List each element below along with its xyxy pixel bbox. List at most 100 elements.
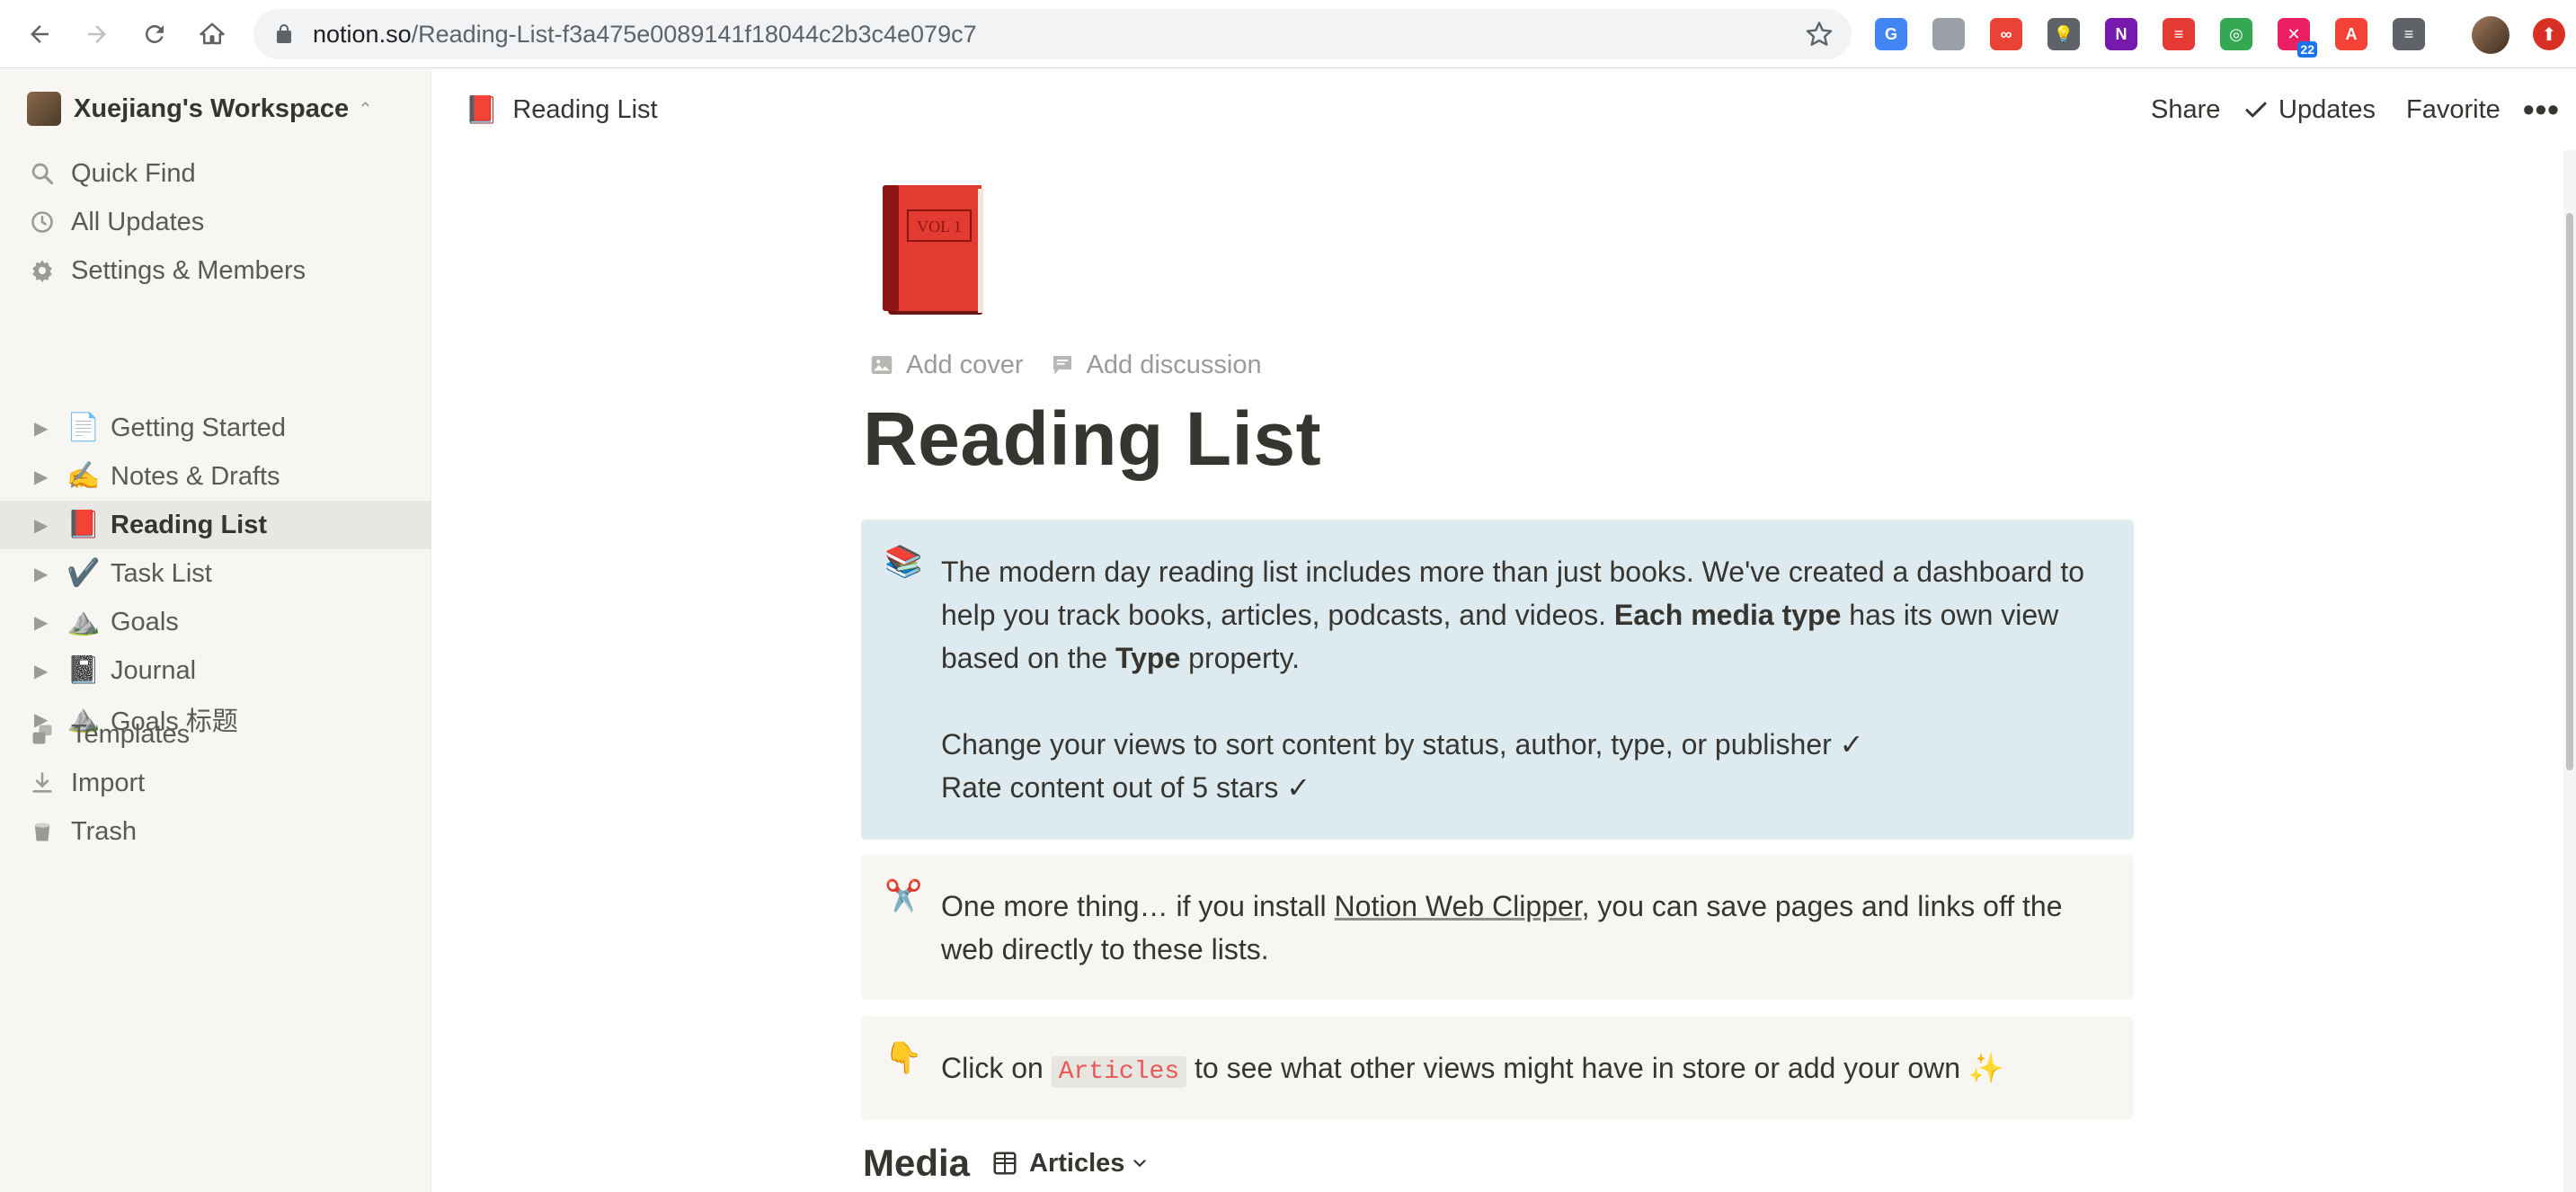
sidebar-item-all-updates[interactable]: All Updates: [0, 198, 431, 246]
red-book-page-icon[interactable]: VOL 1: [872, 180, 998, 324]
sidebar-page-label: Journal: [111, 655, 197, 685]
trash-icon: [29, 818, 56, 845]
inline-code-articles: Articles: [1051, 1056, 1187, 1088]
bold-span: Each media type: [1613, 599, 1842, 631]
workspace-switcher[interactable]: Xuejiang's Workspace ⌃: [27, 89, 373, 129]
updates-label: Updates: [2278, 94, 2376, 124]
sidebar-page-label: Notes & Drafts: [111, 461, 280, 491]
sidebar-page-5[interactable]: ▶ ⛰️ Goals: [0, 598, 431, 646]
expand-triangle-icon[interactable]: ▶: [34, 514, 48, 537]
sidebar-item-label: Trash: [71, 816, 138, 846]
checkmark-icon: [2245, 102, 2267, 118]
database-title[interactable]: Media: [863, 1142, 970, 1185]
sidebar-item-settings-members[interactable]: Settings & Members: [0, 246, 431, 295]
update-alert-icon[interactable]: ⬆: [2533, 18, 2565, 50]
callout-text: The modern day reading list includes mor…: [941, 550, 2089, 809]
comment-icon: [1053, 356, 1071, 374]
lock-icon: [277, 24, 291, 43]
camera-icon[interactable]: [1932, 18, 1965, 50]
sidebar-item-label: Settings & Members: [71, 255, 306, 285]
view-selector[interactable]: Articles: [991, 1149, 1150, 1179]
expand-triangle-icon[interactable]: ▶: [34, 466, 48, 488]
add-discussion-label: Add discussion: [1086, 350, 1262, 379]
home-icon: [200, 22, 225, 45]
url-path: /Reading-List-f3a475e0089141f18044c2b3c4…: [411, 21, 977, 48]
profile-avatar[interactable]: [2472, 16, 2509, 54]
reading-list-icon[interactable]: ≡: [2393, 18, 2425, 50]
favorite-button[interactable]: Favorite: [2406, 89, 2500, 130]
sidebar-item-quick-find[interactable]: Quick Find: [0, 149, 431, 198]
web-clipper-link[interactable]: Notion Web Clipper: [1335, 890, 1582, 922]
google-translate-icon[interactable]: G: [1875, 18, 1907, 50]
url-text: notion.so/Reading-List-f3a475e0089141f18…: [313, 9, 977, 59]
forward-button[interactable]: [79, 16, 115, 52]
add-discussion-button[interactable]: Add discussion: [1049, 351, 1262, 380]
breadcrumb[interactable]: 📕 Reading List: [465, 89, 658, 130]
page-emoji-icon: ✔️: [67, 558, 101, 588]
notes-icon[interactable]: ≡: [2163, 18, 2195, 50]
sidebar-page-3[interactable]: ▶ 📕 Reading List: [0, 501, 431, 549]
compass-icon[interactable]: ◎: [2220, 18, 2252, 50]
bold-span: Type: [1115, 642, 1181, 674]
chevron-updown-icon: ⌃: [358, 99, 373, 120]
callout-paragraph: The modern day reading list includes mor…: [941, 550, 2089, 680]
templates-icon: [29, 721, 56, 748]
share-button[interactable]: Share: [2151, 89, 2220, 130]
sidebar-page-4[interactable]: ▶ ✔️ Task List: [0, 549, 431, 598]
callout-paragraph: One more thing… if you install Notion We…: [941, 885, 2089, 971]
callout-web-clipper[interactable]: ✂️ One more thing… if you install Notion…: [861, 854, 2134, 1000]
scissors-icon: ✂️: [884, 879, 923, 913]
acrobat-icon[interactable]: A: [2335, 18, 2367, 50]
sidebar-item-label: Templates: [71, 719, 191, 749]
page-topbar: 📕 Reading List Share Updates Favorite ••…: [432, 69, 2576, 150]
callout-media-dashboard[interactable]: 📚 The modern day reading list includes m…: [861, 520, 2134, 840]
gear-icon: [29, 257, 56, 284]
scrollbar-thumb[interactable]: [2566, 213, 2573, 770]
breadcrumb-label: Reading List: [512, 94, 658, 124]
home-button[interactable]: [194, 16, 230, 52]
search-icon: [29, 160, 56, 187]
address-bar[interactable]: notion.so/Reading-List-f3a475e0089141f18…: [253, 9, 1852, 59]
callout-views-hint[interactable]: 👇 Click on Articles to see what other vi…: [861, 1016, 2134, 1120]
more-options-icon[interactable]: •••: [2523, 89, 2560, 130]
expand-triangle-icon[interactable]: ▶: [34, 611, 48, 634]
page-emoji-icon: 📓: [67, 655, 101, 685]
calendar-icon[interactable]: ✕ 22: [2278, 18, 2317, 58]
back-button[interactable]: [22, 16, 58, 52]
expand-triangle-icon[interactable]: ▶: [34, 563, 48, 585]
sidebar-page-6[interactable]: ▶ 📓 Journal: [0, 646, 431, 695]
page-emoji-icon: ⛰️: [67, 607, 101, 636]
page-title[interactable]: Reading List: [863, 396, 1321, 483]
sidebar-item-trash[interactable]: Trash: [0, 807, 431, 856]
page-emoji-icon: ✍️: [67, 461, 101, 491]
sidebar-page-2[interactable]: ▶ ✍️ Notes & Drafts: [0, 452, 431, 501]
sidebar-page-label: Getting Started: [111, 413, 287, 442]
bookmark-star-icon[interactable]: [1805, 20, 1834, 49]
notification-badge: 22: [2297, 41, 2317, 58]
infinity-icon[interactable]: ∞: [1990, 18, 2022, 50]
updates-button[interactable]: Updates: [2243, 89, 2376, 130]
workspace-avatar: [27, 92, 61, 126]
sidebar-page-1[interactable]: ▶ 📄 Getting Started: [0, 404, 431, 452]
sidebar-page-label: Task List: [111, 558, 212, 588]
text-span: Click on: [941, 1052, 1052, 1084]
page-scrollbar[interactable]: [2563, 150, 2576, 1192]
sidebar-page-label: Goals: [111, 607, 179, 636]
reload-button[interactable]: [137, 16, 173, 52]
database-header: Media Articles: [863, 1138, 1150, 1188]
sidebar-item-import[interactable]: Import: [0, 759, 431, 807]
svg-text:VOL 1: VOL 1: [917, 218, 962, 236]
reading-list-book-icon: 📕: [465, 94, 499, 125]
lightbulb-icon[interactable]: 💡: [2047, 18, 2080, 50]
sidebar-item-templates[interactable]: Templates: [0, 710, 431, 759]
sidebar-item-label: Import: [71, 768, 146, 797]
onenote-icon[interactable]: N: [2105, 18, 2137, 50]
url-host: notion.so: [313, 21, 412, 48]
expand-triangle-icon[interactable]: ▶: [34, 417, 48, 440]
workspace-name: Xuejiang's Workspace: [74, 93, 350, 123]
view-label: Articles: [1029, 1148, 1125, 1178]
browser-toolbar: notion.so/Reading-List-f3a475e0089141f18…: [0, 0, 2576, 68]
add-cover-label: Add cover: [906, 350, 1024, 379]
add-cover-button[interactable]: Add cover: [868, 351, 1024, 380]
expand-triangle-icon[interactable]: ▶: [34, 660, 48, 682]
